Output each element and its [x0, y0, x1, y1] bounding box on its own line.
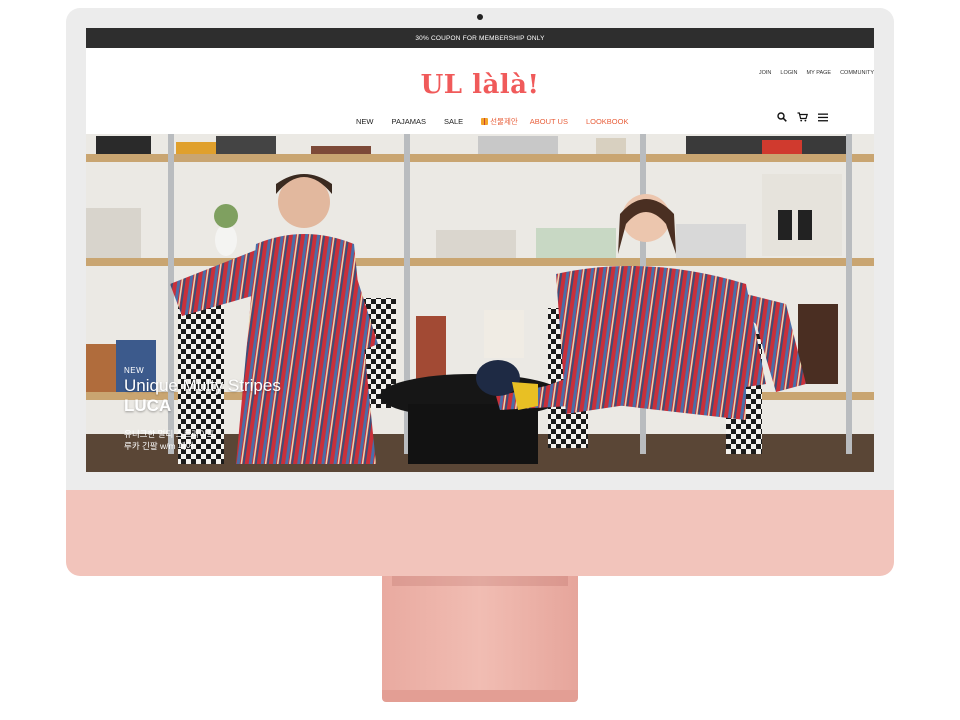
nav-item-sale[interactable]: SALE [444, 117, 463, 126]
login-link[interactable]: LOGIN [780, 70, 797, 76]
my-page-link[interactable]: MY PAGE [807, 70, 832, 76]
gift-icon [481, 118, 489, 125]
hero-product-name[interactable]: LUCA [124, 396, 281, 416]
nav-item-gift[interactable]: 선물제안 [481, 116, 518, 127]
cart-icon[interactable] [797, 112, 808, 122]
community-link[interactable]: COMMUNITY [840, 70, 874, 76]
site-logo[interactable]: UL làlà! [86, 70, 874, 100]
menu-icon[interactable] [818, 113, 828, 122]
hero-desc-line-2: 루카 긴팔 w/m 페어 [124, 441, 194, 451]
site-header: UL làlà! JOIN LOGIN MY PAGE COMMUNITY NE… [86, 48, 874, 134]
nav-item-gift-label: 선물제안 [490, 117, 518, 126]
hero-banner[interactable]: NEW Unique Multy Stripes LUCA 유니크한 멀티 스트… [86, 134, 874, 472]
imac-stand [382, 576, 578, 694]
hero-tag: NEW [124, 366, 145, 375]
header-icons [777, 112, 828, 122]
hero-desc-line-1: 유니크한 멀티 스트라이프 [124, 429, 215, 439]
search-icon[interactable] [777, 112, 787, 122]
hero-title[interactable]: Unique Multy Stripes [124, 376, 281, 396]
imac-stand-foot [382, 690, 578, 702]
nav-item-new[interactable]: NEW [356, 117, 374, 126]
promo-text[interactable]: 30% COUPON FOR MEMBERSHIP ONLY [415, 35, 544, 42]
camera-dot [477, 14, 483, 20]
utility-links: JOIN LOGIN MY PAGE COMMUNITY [759, 70, 874, 76]
promo-bar[interactable]: 30% COUPON FOR MEMBERSHIP ONLY [86, 28, 874, 48]
nav-item-lookbook[interactable]: LOOKBOOK [586, 117, 629, 126]
nav-item-about-us[interactable]: ABOUT US [530, 117, 568, 126]
main-nav: NEW PAJAMAS SALE 선물제안 ABOUT US LOOKBOOK [356, 116, 628, 127]
website-screen: 30% COUPON FOR MEMBERSHIP ONLY UL làlà! … [86, 28, 874, 472]
nav-item-pajamas[interactable]: PAJAMAS [392, 117, 426, 126]
hero-caption: NEW Unique Multy Stripes LUCA 유니크한 멀티 스트… [124, 366, 281, 452]
join-link[interactable]: JOIN [759, 70, 772, 76]
hero-description: 유니크한 멀티 스트라이프 루카 긴팔 w/m 페어 [124, 428, 281, 452]
stand-shadow [392, 576, 568, 586]
imac-chin [66, 490, 894, 576]
